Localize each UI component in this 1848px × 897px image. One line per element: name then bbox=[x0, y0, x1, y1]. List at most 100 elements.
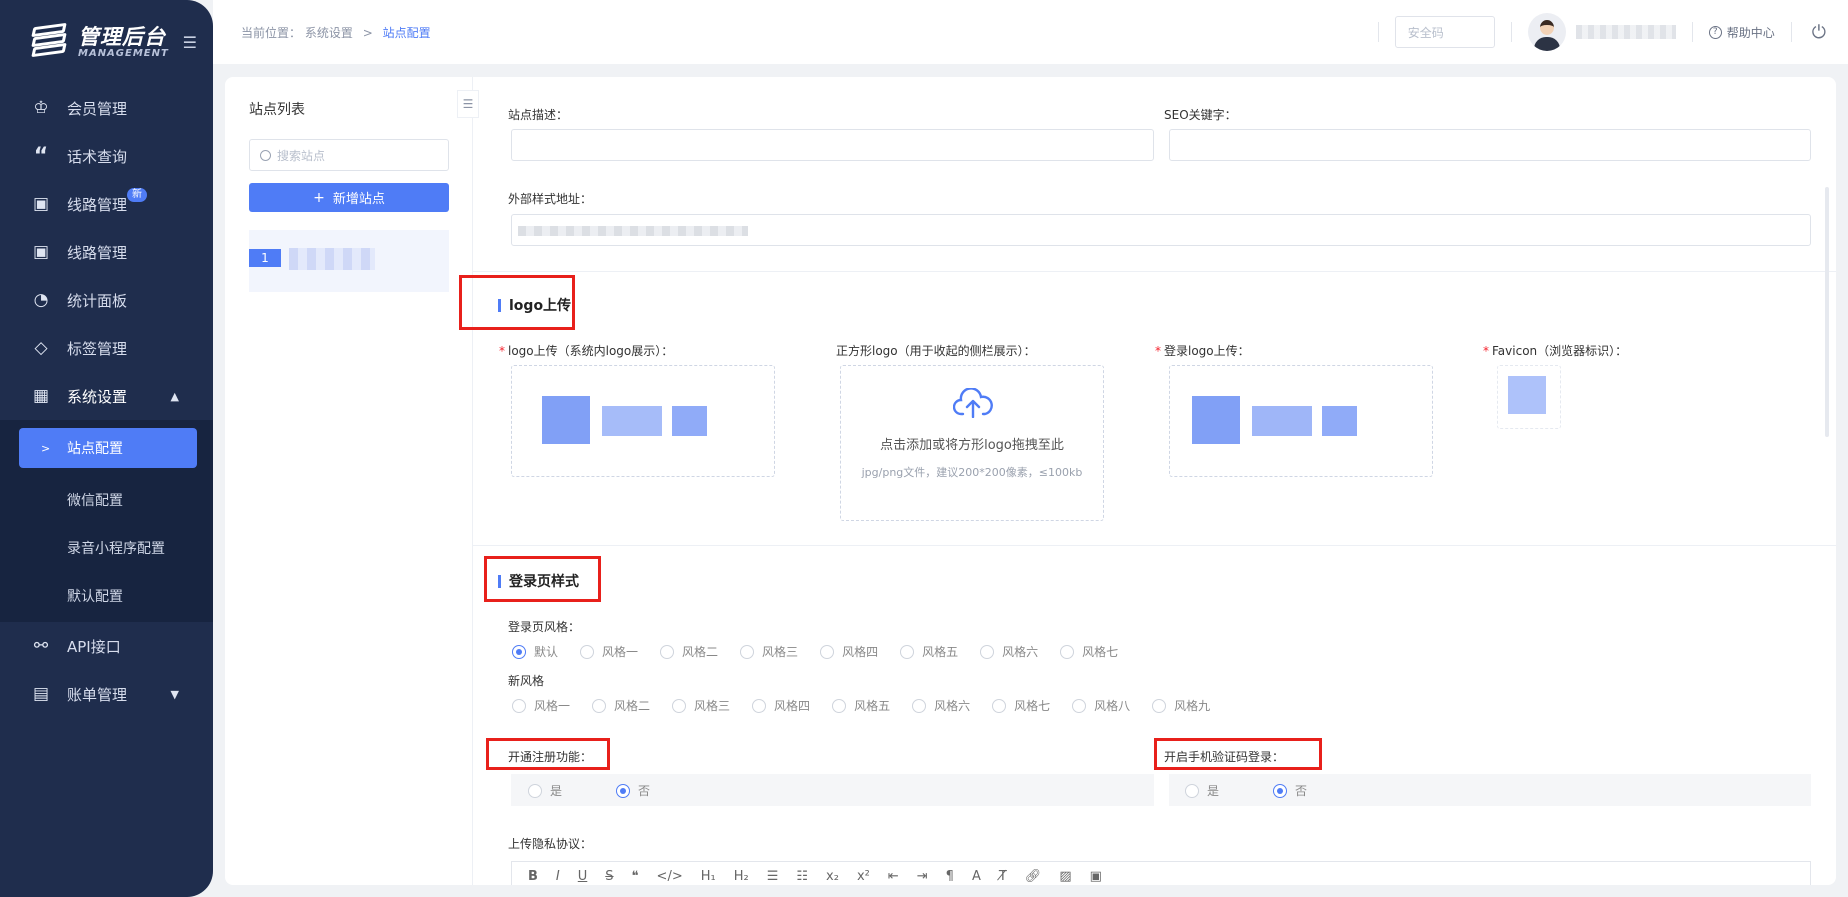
login-logo-label: * 登录logo上传： bbox=[1155, 344, 1250, 358]
site-search-input[interactable]: 搜索站点 bbox=[249, 139, 449, 171]
sidebar-item-label: 微信配置 bbox=[67, 493, 123, 509]
rich-text-toolbar: B I U S ❝ </> H₁ H₂ ☰ ☷ x₂ x² ⇤ ⇥ ¶ A T̸… bbox=[511, 861, 1811, 885]
bullet-list-icon[interactable]: ☷ bbox=[796, 869, 808, 884]
clear-format-icon[interactable]: T̸ bbox=[999, 869, 1007, 884]
radio-login-style-7[interactable]: 风格七 bbox=[1060, 643, 1118, 660]
content-card: 站点列表 搜索站点 + 新增站点 1 ☰ 站点描述： SEO关键字： 外部样式地… bbox=[225, 77, 1836, 885]
site-desc-label: 站点描述： bbox=[508, 108, 569, 122]
radio-new-style-5[interactable]: 风格五 bbox=[832, 697, 890, 714]
radio-new-style-7[interactable]: 风格七 bbox=[992, 697, 1050, 714]
bold-icon[interactable]: B bbox=[528, 869, 538, 884]
sidebar-subitem-site-config[interactable]: > 站点配置 bbox=[19, 428, 197, 468]
help-center-link[interactable]: ? 帮助中心 bbox=[1708, 24, 1775, 41]
breadcrumb: 当前位置： 系统设置 > 站点配置 bbox=[241, 24, 431, 41]
sidebar-item-api[interactable]: ⚯ API接口 bbox=[0, 622, 213, 670]
video-icon[interactable]: ▣ bbox=[1090, 869, 1102, 884]
sms-login-radio-group: 是 否 bbox=[1185, 782, 1329, 799]
superscript-icon[interactable]: x² bbox=[857, 869, 870, 884]
ext-style-input[interactable] bbox=[511, 214, 1811, 246]
radio-new-style-6[interactable]: 风格六 bbox=[912, 697, 970, 714]
chevron-down-icon: ▼ bbox=[170, 687, 179, 701]
seo-keywords-input[interactable] bbox=[1169, 129, 1811, 161]
power-icon[interactable]: ⏻ bbox=[1812, 22, 1826, 43]
pie-chart-icon: ◔ bbox=[33, 290, 49, 310]
site-index: 1 bbox=[249, 249, 281, 267]
add-site-button[interactable]: + 新增站点 bbox=[249, 183, 449, 212]
text-direction-icon[interactable]: ¶ bbox=[946, 869, 954, 884]
sidebar-item-label: 会员管理 bbox=[67, 99, 128, 118]
indent-icon[interactable]: ⇤ bbox=[888, 869, 899, 884]
sidebar-subitem-default-config[interactable]: 默认配置 bbox=[0, 572, 213, 620]
radio-new-style-8[interactable]: 风格八 bbox=[1072, 697, 1130, 714]
site-list-title: 站点列表 bbox=[249, 102, 305, 118]
radio-new-style-9[interactable]: 风格九 bbox=[1152, 697, 1210, 714]
image-icon[interactable]: ▨ bbox=[1059, 869, 1071, 884]
square-upload-text: 点击添加或将方形logo拖拽至此 bbox=[880, 438, 1064, 453]
radio-login-style-6[interactable]: 风格六 bbox=[980, 643, 1038, 660]
logo-title: 管理后台 bbox=[78, 24, 166, 49]
link-icon[interactable]: 🔗︎ bbox=[1025, 869, 1042, 884]
subscript-icon[interactable]: x₂ bbox=[826, 869, 839, 884]
radio-sms-login-yes[interactable]: 是 bbox=[1185, 782, 1219, 799]
fold-panel-icon[interactable]: ☰ bbox=[457, 90, 479, 118]
square-logo-upload-box[interactable]: 点击添加或将方形logo拖拽至此 jpg/png文件，建议200*200像素，≤… bbox=[840, 365, 1104, 521]
radio-sms-login-no[interactable]: 否 bbox=[1273, 782, 1307, 799]
sidebar-item-system-settings[interactable]: ▦ 系统设置 ▲ bbox=[0, 372, 213, 420]
new-badge: 新 bbox=[127, 188, 147, 202]
sidebar-item-label: API接口 bbox=[67, 637, 121, 656]
heading2-icon[interactable]: H₂ bbox=[734, 869, 749, 884]
radio-new-style-1[interactable]: 风格一 bbox=[512, 697, 570, 714]
sidebar-item-scripts[interactable]: “ 话术查询 bbox=[0, 132, 213, 180]
radio-login-style-3[interactable]: 风格三 bbox=[740, 643, 798, 660]
security-code-placeholder: 安全码 bbox=[1407, 25, 1444, 40]
radio-login-style-2[interactable]: 风格二 bbox=[660, 643, 718, 660]
login-logo-upload-box[interactable] bbox=[1169, 365, 1433, 477]
sidebar-item-label: 账单管理 bbox=[67, 685, 128, 704]
favicon-upload-box[interactable] bbox=[1497, 365, 1561, 429]
sidebar-subitem-wechat-config[interactable]: 微信配置 bbox=[0, 476, 213, 524]
heading1-icon[interactable]: H₁ bbox=[701, 869, 716, 884]
ordered-list-icon[interactable]: ☰ bbox=[767, 869, 779, 884]
sidebar-item-lines-new[interactable]: ▣ 线路管理 新 bbox=[0, 180, 213, 228]
sidebar-item-stats[interactable]: ◔ 统计面板 bbox=[0, 276, 213, 324]
avatar[interactable] bbox=[1527, 13, 1566, 51]
underline-icon[interactable]: U bbox=[578, 869, 588, 884]
collapse-menu-icon[interactable]: ☰ bbox=[183, 33, 197, 52]
sidebar-item-label: 统计面板 bbox=[67, 291, 128, 310]
sidebar-subitem-recorder-config[interactable]: 录音小程序配置 bbox=[0, 524, 213, 572]
sidebar-item-billing[interactable]: ▤ 账单管理 ▼ bbox=[0, 670, 213, 718]
security-code-input[interactable]: 安全码 bbox=[1394, 16, 1495, 48]
radio-new-style-2[interactable]: 风格二 bbox=[592, 697, 650, 714]
user-name-blurred[interactable] bbox=[1575, 25, 1676, 39]
new-style-radio-group: 风格一 风格二 风格三 风格四 风格五 风格六 风格七 风格八 风格九 bbox=[512, 697, 1232, 714]
content-scrollbar[interactable] bbox=[1825, 187, 1829, 437]
italic-icon[interactable]: I bbox=[556, 869, 560, 884]
question-icon: ? bbox=[1708, 25, 1722, 39]
radio-login-style-default[interactable]: 默认 bbox=[512, 643, 558, 660]
logo: 管理后台 MANAGEMENT ☰ bbox=[0, 0, 213, 84]
breadcrumb-parent[interactable]: 系统设置 bbox=[305, 26, 353, 40]
sms-login-label: 开启手机验证码登录： bbox=[1164, 750, 1285, 764]
site-desc-input[interactable] bbox=[511, 129, 1154, 161]
site-list-item[interactable]: 1 bbox=[249, 230, 449, 292]
radio-login-style-4[interactable]: 风格四 bbox=[820, 643, 878, 660]
register-radio-group: 是 否 bbox=[528, 782, 672, 799]
sidebar-item-members[interactable]: ♔ 会员管理 bbox=[0, 84, 213, 132]
quote-icon[interactable]: ❝ bbox=[632, 869, 639, 884]
code-icon[interactable]: </> bbox=[657, 869, 683, 884]
login-section-label: 登录页样式 bbox=[509, 574, 579, 590]
sidebar-item-label: 线路管理 bbox=[67, 195, 128, 214]
outdent-icon[interactable]: ⇥ bbox=[917, 869, 928, 884]
radio-new-style-3[interactable]: 风格三 bbox=[672, 697, 730, 714]
logo-upload-box[interactable] bbox=[511, 365, 775, 477]
sidebar-item-tags[interactable]: ◇ 标签管理 bbox=[0, 324, 213, 372]
strikethrough-icon[interactable]: S bbox=[605, 869, 613, 884]
radio-login-style-1[interactable]: 风格一 bbox=[580, 643, 638, 660]
radio-login-style-5[interactable]: 风格五 bbox=[900, 643, 958, 660]
radio-new-style-4[interactable]: 风格四 bbox=[752, 697, 810, 714]
radio-register-no[interactable]: 否 bbox=[616, 782, 650, 799]
link-icon: ⚯ bbox=[33, 636, 49, 656]
radio-register-yes[interactable]: 是 bbox=[528, 782, 562, 799]
sidebar-item-lines[interactable]: ▣ 线路管理 bbox=[0, 228, 213, 276]
font-color-icon[interactable]: A bbox=[972, 869, 981, 884]
